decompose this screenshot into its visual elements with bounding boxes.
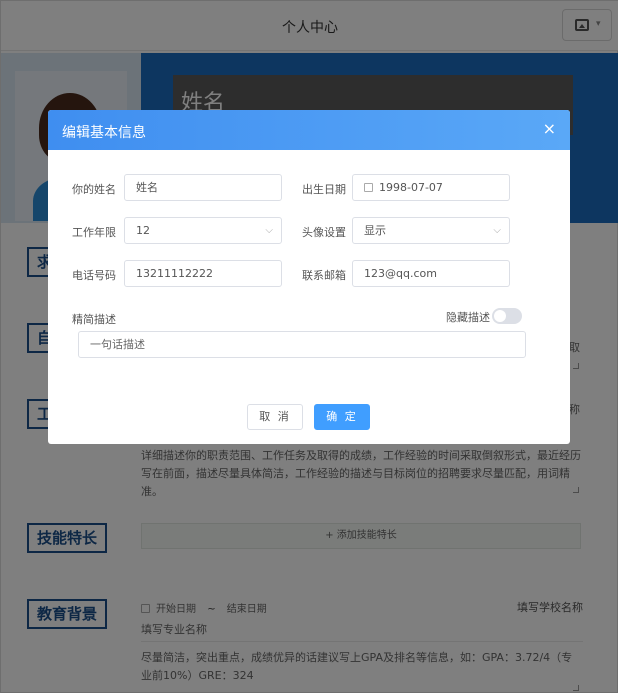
hide-desc-label: 隐藏描述 bbox=[446, 311, 490, 324]
brief-input[interactable]: 一句话描述 bbox=[78, 331, 526, 358]
work-years-value: 12 bbox=[136, 224, 150, 237]
birth-date-picker[interactable]: 1998-07-07 bbox=[352, 174, 510, 201]
avatar-setting-select[interactable]: 显示 ⌵ bbox=[352, 217, 510, 244]
name-input[interactable]: 姓名 bbox=[124, 174, 282, 201]
hide-desc-toggle[interactable] bbox=[492, 308, 522, 324]
phone-label: 电话号码 bbox=[72, 269, 116, 282]
years-label: 工作年限 bbox=[72, 226, 116, 239]
avatar-setting-label: 头像设置 bbox=[302, 226, 346, 239]
phone-input[interactable]: 13211112222 bbox=[124, 260, 282, 287]
avatar-setting-value: 显示 bbox=[364, 224, 386, 237]
edit-basic-info-modal: 编辑基本信息 × 你的姓名 姓名 出生日期 1998-07-07 工作年限 12… bbox=[48, 110, 570, 444]
email-label: 联系邮箱 bbox=[302, 269, 346, 282]
name-label: 你的姓名 bbox=[72, 183, 116, 196]
brief-label: 精简描述 bbox=[72, 313, 116, 326]
modal-header: 编辑基本信息 × bbox=[48, 110, 570, 150]
work-years-select[interactable]: 12 ⌵ bbox=[124, 217, 282, 244]
close-icon[interactable]: × bbox=[543, 120, 556, 138]
calendar-icon bbox=[364, 183, 373, 192]
birth-date-value: 1998-07-07 bbox=[379, 181, 443, 194]
toggle-knob bbox=[494, 310, 506, 322]
cancel-button[interactable]: 取 消 bbox=[247, 404, 303, 430]
modal-title: 编辑基本信息 bbox=[62, 125, 146, 141]
chevron-down-icon: ⌵ bbox=[265, 225, 273, 236]
email-input[interactable]: 123@qq.com bbox=[352, 260, 510, 287]
confirm-button[interactable]: 确 定 bbox=[314, 404, 370, 430]
chevron-down-icon: ⌵ bbox=[493, 225, 501, 236]
birth-label: 出生日期 bbox=[302, 183, 346, 196]
